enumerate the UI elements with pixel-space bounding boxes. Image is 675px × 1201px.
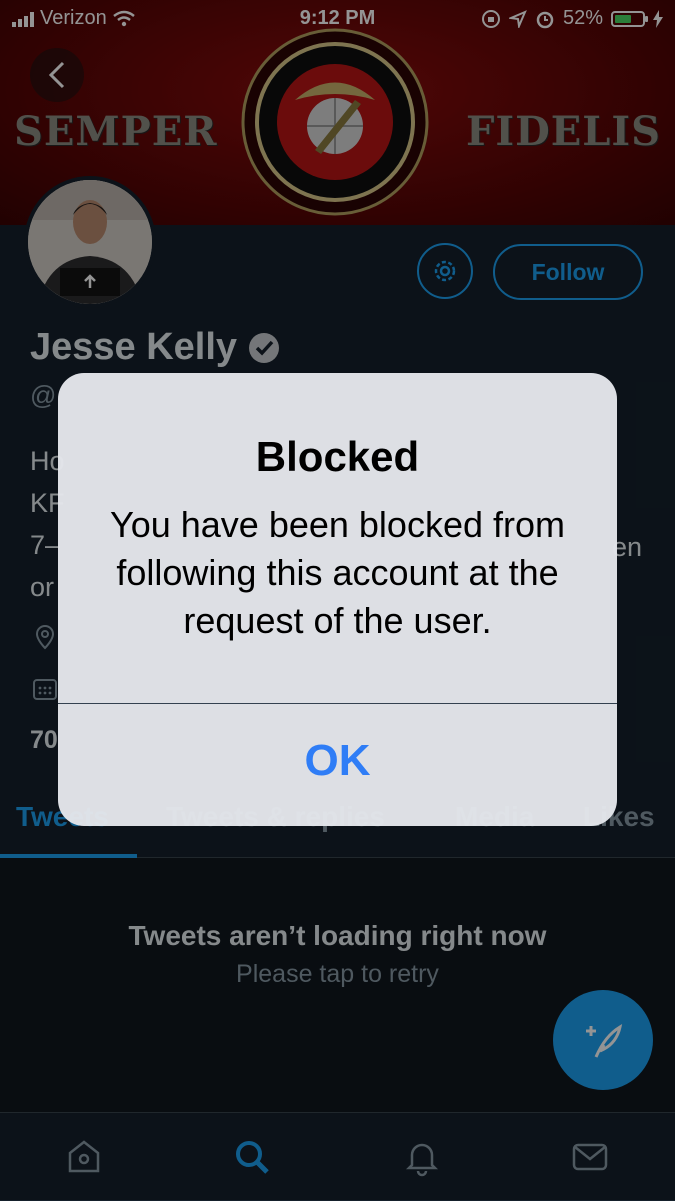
alert-title: Blocked (255, 433, 420, 480)
blocked-alert-dialog: Blocked You have been blocked from follo… (58, 373, 617, 826)
alert-ok-button[interactable]: OK (58, 704, 617, 826)
alert-message: You have been blocked from following thi… (110, 504, 565, 641)
